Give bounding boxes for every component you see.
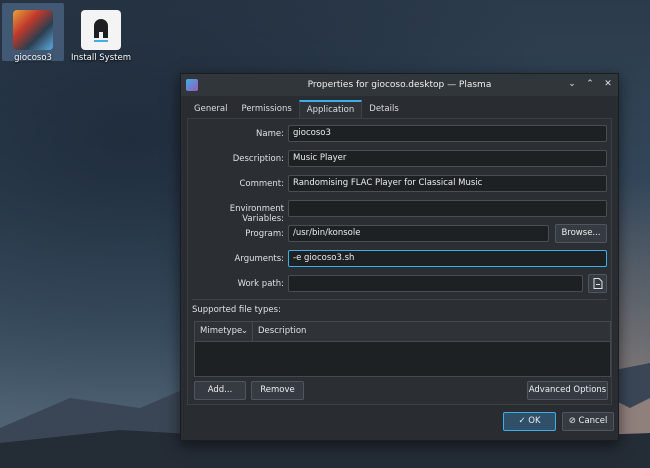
remove-button[interactable]: Remove <box>251 381 304 400</box>
workpath-label: Work path: <box>237 279 284 289</box>
tab-bar: General Permissions Application Details <box>187 100 406 120</box>
desktop-icon-install-system[interactable]: Install System <box>70 3 132 63</box>
close-icon[interactable]: ✕ <box>602 78 614 90</box>
ok-button[interactable]: ✓ OK <box>503 412 556 431</box>
column-mimetype[interactable]: Mimetype ⌄ <box>195 322 253 341</box>
program-label: Program: <box>245 229 284 239</box>
tab-application[interactable]: Application <box>298 100 363 120</box>
folder-picker-button[interactable] <box>588 274 607 293</box>
tab-permissions[interactable]: Permissions <box>235 100 299 118</box>
add-button[interactable]: Add... <box>194 381 246 400</box>
desktop-icon-giocoso3[interactable]: giocoso3 <box>2 3 64 63</box>
mimetype-table[interactable]: Mimetype ⌄ Description <box>194 321 611 377</box>
name-field[interactable]: giocoso3 <box>288 125 607 142</box>
cancel-button[interactable]: ⊘ Cancel <box>562 412 614 431</box>
description-label: Description: <box>232 154 284 164</box>
description-field[interactable]: Music Player <box>288 150 607 167</box>
browse-button[interactable]: Browse... <box>555 224 607 243</box>
supported-file-types-label: Supported file types: <box>192 305 281 315</box>
advanced-options-button[interactable]: Advanced Options <box>527 381 608 400</box>
arguments-label: Arguments: <box>234 254 284 264</box>
env-vars-label: Environment Variables: <box>229 204 284 224</box>
installer-glyph-icon <box>94 19 108 42</box>
titlebar[interactable]: Properties for giocoso.desktop — Plasma … <box>181 74 618 96</box>
separator <box>192 299 607 300</box>
comment-label: Comment: <box>239 179 284 189</box>
chevron-down-icon[interactable]: ⌄ <box>566 78 578 90</box>
installer-icon <box>81 10 121 50</box>
column-description[interactable]: Description <box>253 322 610 341</box>
comment-field[interactable]: Randomising FLAC Player for Classical Mu… <box>288 175 607 192</box>
tab-general[interactable]: General <box>187 100 235 118</box>
chevron-down-icon: ⌄ <box>240 326 248 336</box>
env-vars-field[interactable] <box>288 200 607 217</box>
desktop-icon-label: Install System <box>71 53 131 63</box>
document-open-icon <box>593 278 602 289</box>
tab-details[interactable]: Details <box>362 100 405 118</box>
program-field[interactable]: /usr/bin/konsole <box>288 225 549 242</box>
name-label: Name: <box>256 129 284 139</box>
desktop-icon-label: giocoso3 <box>14 53 52 63</box>
workpath-field[interactable] <box>288 275 583 292</box>
arguments-field[interactable]: -e giocoso3.sh <box>288 250 607 267</box>
cancel-icon: ⊘ <box>568 416 579 426</box>
application-panel: Name: giocoso3 Description: Music Player… <box>187 118 612 405</box>
properties-dialog: Properties for giocoso.desktop — Plasma … <box>180 73 619 441</box>
maximize-icon[interactable]: ⌃ <box>584 78 596 90</box>
giocoso3-app-icon <box>13 10 53 50</box>
window-title: Properties for giocoso.desktop — Plasma <box>307 80 492 90</box>
check-icon: ✓ <box>518 416 529 426</box>
